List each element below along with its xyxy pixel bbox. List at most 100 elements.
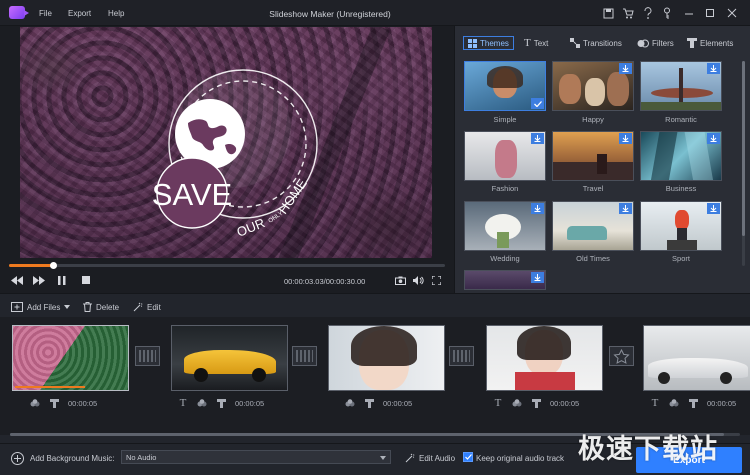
star-transition-icon xyxy=(613,348,630,364)
theme-thumb-jacket xyxy=(675,210,689,230)
cart-icon[interactable] xyxy=(621,6,635,20)
minimize-icon[interactable] xyxy=(682,6,696,20)
download-icon[interactable] xyxy=(531,133,544,144)
stop-icon[interactable] xyxy=(80,274,92,286)
add-files-button[interactable]: Add Files xyxy=(11,302,71,312)
themes-scroll-thumb[interactable] xyxy=(742,61,745,236)
theme-thumb-horizon xyxy=(553,162,633,180)
seek-handle[interactable] xyxy=(49,262,57,269)
element-icon[interactable] xyxy=(688,398,698,408)
fast-forward-icon[interactable] xyxy=(32,274,46,286)
theme-tile-travel[interactable] xyxy=(552,131,634,181)
element-icon[interactable] xyxy=(364,398,374,408)
tab-elements[interactable]: Elements xyxy=(687,36,733,50)
audio-select[interactable]: No Audio xyxy=(121,450,391,464)
download-icon[interactable] xyxy=(619,133,632,144)
snapshot-icon[interactable] xyxy=(394,274,406,286)
download-icon[interactable] xyxy=(619,63,632,74)
pause-icon[interactable] xyxy=(56,274,68,286)
theme-thumb-stems xyxy=(497,232,509,248)
selected-check-icon xyxy=(531,98,544,109)
edit-audio-button[interactable]: Edit Audio xyxy=(405,453,455,463)
fullscreen-icon[interactable] xyxy=(430,274,442,286)
help-icon[interactable] xyxy=(641,6,655,20)
rewind-icon[interactable] xyxy=(10,274,24,286)
tab-filters[interactable]: Filters xyxy=(637,36,674,50)
clip-3[interactable] xyxy=(328,325,445,391)
maximize-icon[interactable] xyxy=(703,6,717,20)
filter-icon[interactable] xyxy=(30,398,40,408)
download-icon[interactable] xyxy=(531,203,544,214)
theme-tile-romantic[interactable] xyxy=(640,61,722,111)
theme-tile-sport[interactable] xyxy=(640,201,722,251)
theme-tile-wedding[interactable] xyxy=(464,201,546,251)
clip-2-info: T 00:00:05 xyxy=(178,397,265,409)
edit-button[interactable]: Edit xyxy=(133,302,161,312)
theme-label-business: Business xyxy=(665,184,697,193)
filter-icon[interactable] xyxy=(669,398,679,408)
window-title: Slideshow Maker (Unregistered) xyxy=(269,9,391,19)
key-icon[interactable] xyxy=(660,6,674,20)
effects-panel: Themes T Text Transitions Filters Elemen… xyxy=(454,26,750,293)
save-icon[interactable] xyxy=(601,6,615,20)
tab-transitions[interactable]: Transitions xyxy=(570,36,622,50)
clip-1-progress xyxy=(15,386,86,388)
transition-slot-3[interactable] xyxy=(449,346,474,366)
clip-2-wheel xyxy=(252,368,266,382)
text-icon[interactable]: T xyxy=(178,397,188,409)
theme-tile-happy[interactable] xyxy=(552,61,634,111)
theme-thumb-hair xyxy=(487,66,523,88)
element-icon[interactable] xyxy=(49,398,59,408)
trash-icon xyxy=(83,302,92,312)
download-icon[interactable] xyxy=(531,272,544,283)
clip-4[interactable] xyxy=(486,325,603,391)
theme-label-happy: Happy xyxy=(582,115,604,124)
keep-audio-checkbox[interactable] xyxy=(463,452,473,462)
video-preview[interactable]: SAVE OUR ONLY HOME xyxy=(20,27,432,258)
theme-tile-simple[interactable] xyxy=(464,61,546,111)
theme-tile-fashion[interactable] xyxy=(464,131,546,181)
clip-1[interactable] xyxy=(12,325,129,391)
download-icon[interactable] xyxy=(707,203,720,214)
transition-slot-2[interactable] xyxy=(292,346,317,366)
tab-themes-label: Themes xyxy=(480,38,509,48)
filters-icon xyxy=(637,39,649,47)
seek-bar[interactable] xyxy=(9,262,445,269)
theme-tile-business[interactable] xyxy=(640,131,722,181)
overlay-save-text: SAVE xyxy=(152,177,232,212)
text-icon[interactable]: T xyxy=(650,397,660,409)
transition-slot-4[interactable] xyxy=(609,346,634,366)
download-icon[interactable] xyxy=(707,133,720,144)
theme-label-fashion: Fashion xyxy=(491,184,519,193)
text-icon[interactable]: T xyxy=(493,397,503,409)
edit-wand-icon xyxy=(405,453,415,463)
clip-3-info: 00:00:05 xyxy=(345,397,412,409)
volume-icon[interactable] xyxy=(412,274,424,286)
filter-icon[interactable] xyxy=(512,398,522,408)
clip-1-texture xyxy=(13,326,128,390)
filter-icon[interactable] xyxy=(345,398,355,408)
theme-thumb-person xyxy=(597,154,607,174)
filter-icon[interactable] xyxy=(197,398,207,408)
theme-thumb-person xyxy=(495,140,517,178)
element-icon[interactable] xyxy=(531,398,541,408)
download-icon[interactable] xyxy=(707,63,720,74)
add-music-icon[interactable] xyxy=(11,452,24,465)
delete-label: Delete xyxy=(96,302,120,312)
delete-button[interactable]: Delete xyxy=(83,302,119,312)
themes-icon xyxy=(468,38,477,48)
clip-1-duration: 00:00:05 xyxy=(68,398,98,408)
clip-4-dress xyxy=(515,372,575,390)
close-icon[interactable] xyxy=(725,6,739,20)
download-icon[interactable] xyxy=(619,203,632,214)
themes-scrollbar[interactable] xyxy=(742,61,745,266)
theme-tile-more[interactable] xyxy=(464,270,546,290)
clip-2[interactable] xyxy=(171,325,288,391)
theme-thumb-building xyxy=(650,132,678,180)
transition-slot-1[interactable] xyxy=(135,346,160,366)
tab-themes[interactable]: Themes xyxy=(463,36,514,50)
element-icon[interactable] xyxy=(216,398,226,408)
clip-5[interactable] xyxy=(643,325,750,391)
tab-text[interactable]: T Text xyxy=(524,36,548,50)
theme-tile-old-times[interactable] xyxy=(552,201,634,251)
